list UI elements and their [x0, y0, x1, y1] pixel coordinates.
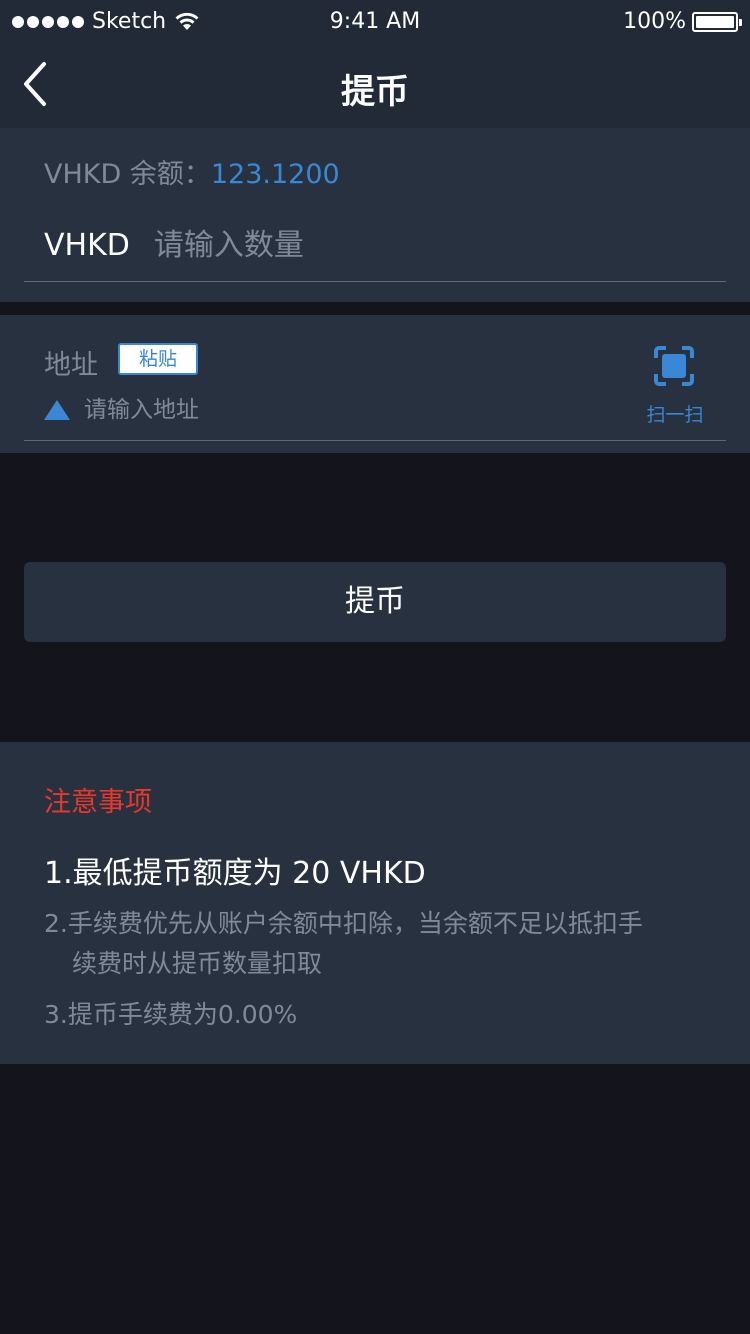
triangle-up-icon[interactable] [44, 400, 70, 420]
address-input[interactable] [84, 397, 564, 423]
battery-percent: 100% [623, 9, 686, 34]
scan-button[interactable]: 扫一扫 [640, 343, 710, 427]
note-item-2-line-1: 2.手续费优先从账户余额中扣除，当余额不足以抵扣手 [44, 909, 643, 938]
page-title: 提币 [341, 72, 409, 112]
balance-line: VHKD 余额：123.1200 [44, 152, 340, 191]
note-item-2: 2.手续费优先从账户余额中扣除，当余额不足以抵扣手 续费时从提币数量扣取 [44, 904, 724, 984]
battery-icon [692, 11, 742, 32]
note-item-2-line-2: 续费时从提币数量扣取 [72, 949, 323, 978]
status-right: 100% [623, 9, 742, 34]
balance-value: 123.1200 [210, 159, 340, 190]
address-row [44, 397, 564, 423]
notes-title: 注意事项 [44, 787, 152, 818]
address-label: 地址 [44, 350, 98, 381]
amount-input[interactable] [153, 228, 674, 263]
paste-button[interactable]: 粘贴 [118, 343, 198, 375]
currency-label: VHKD [44, 228, 130, 263]
submit-button[interactable]: 提币 [24, 562, 726, 642]
scan-icon [654, 346, 694, 386]
note-item-3: 3.提币手续费为0.00% [44, 1000, 298, 1029]
scan-label: 扫一扫 [646, 404, 704, 426]
notes-panel: 注意事项 1.最低提币额度为 20 VHKD 2.手续费优先从账户余额中扣除，当… [0, 742, 750, 1064]
balance-label: VHKD 余额： [44, 159, 211, 190]
address-panel: 地址 粘贴 扫一扫 [0, 315, 750, 453]
amount-row: VHKD [44, 228, 726, 263]
nav-bar: 提币 [0, 44, 750, 128]
note-item-1: 1.最低提币额度为 20 VHKD [44, 856, 426, 891]
amount-panel: VHKD 余额：123.1200 VHKD [0, 128, 750, 302]
divider [24, 281, 726, 282]
status-bar: Sketch 9:41 AM 100% [0, 0, 750, 44]
divider [24, 440, 726, 441]
